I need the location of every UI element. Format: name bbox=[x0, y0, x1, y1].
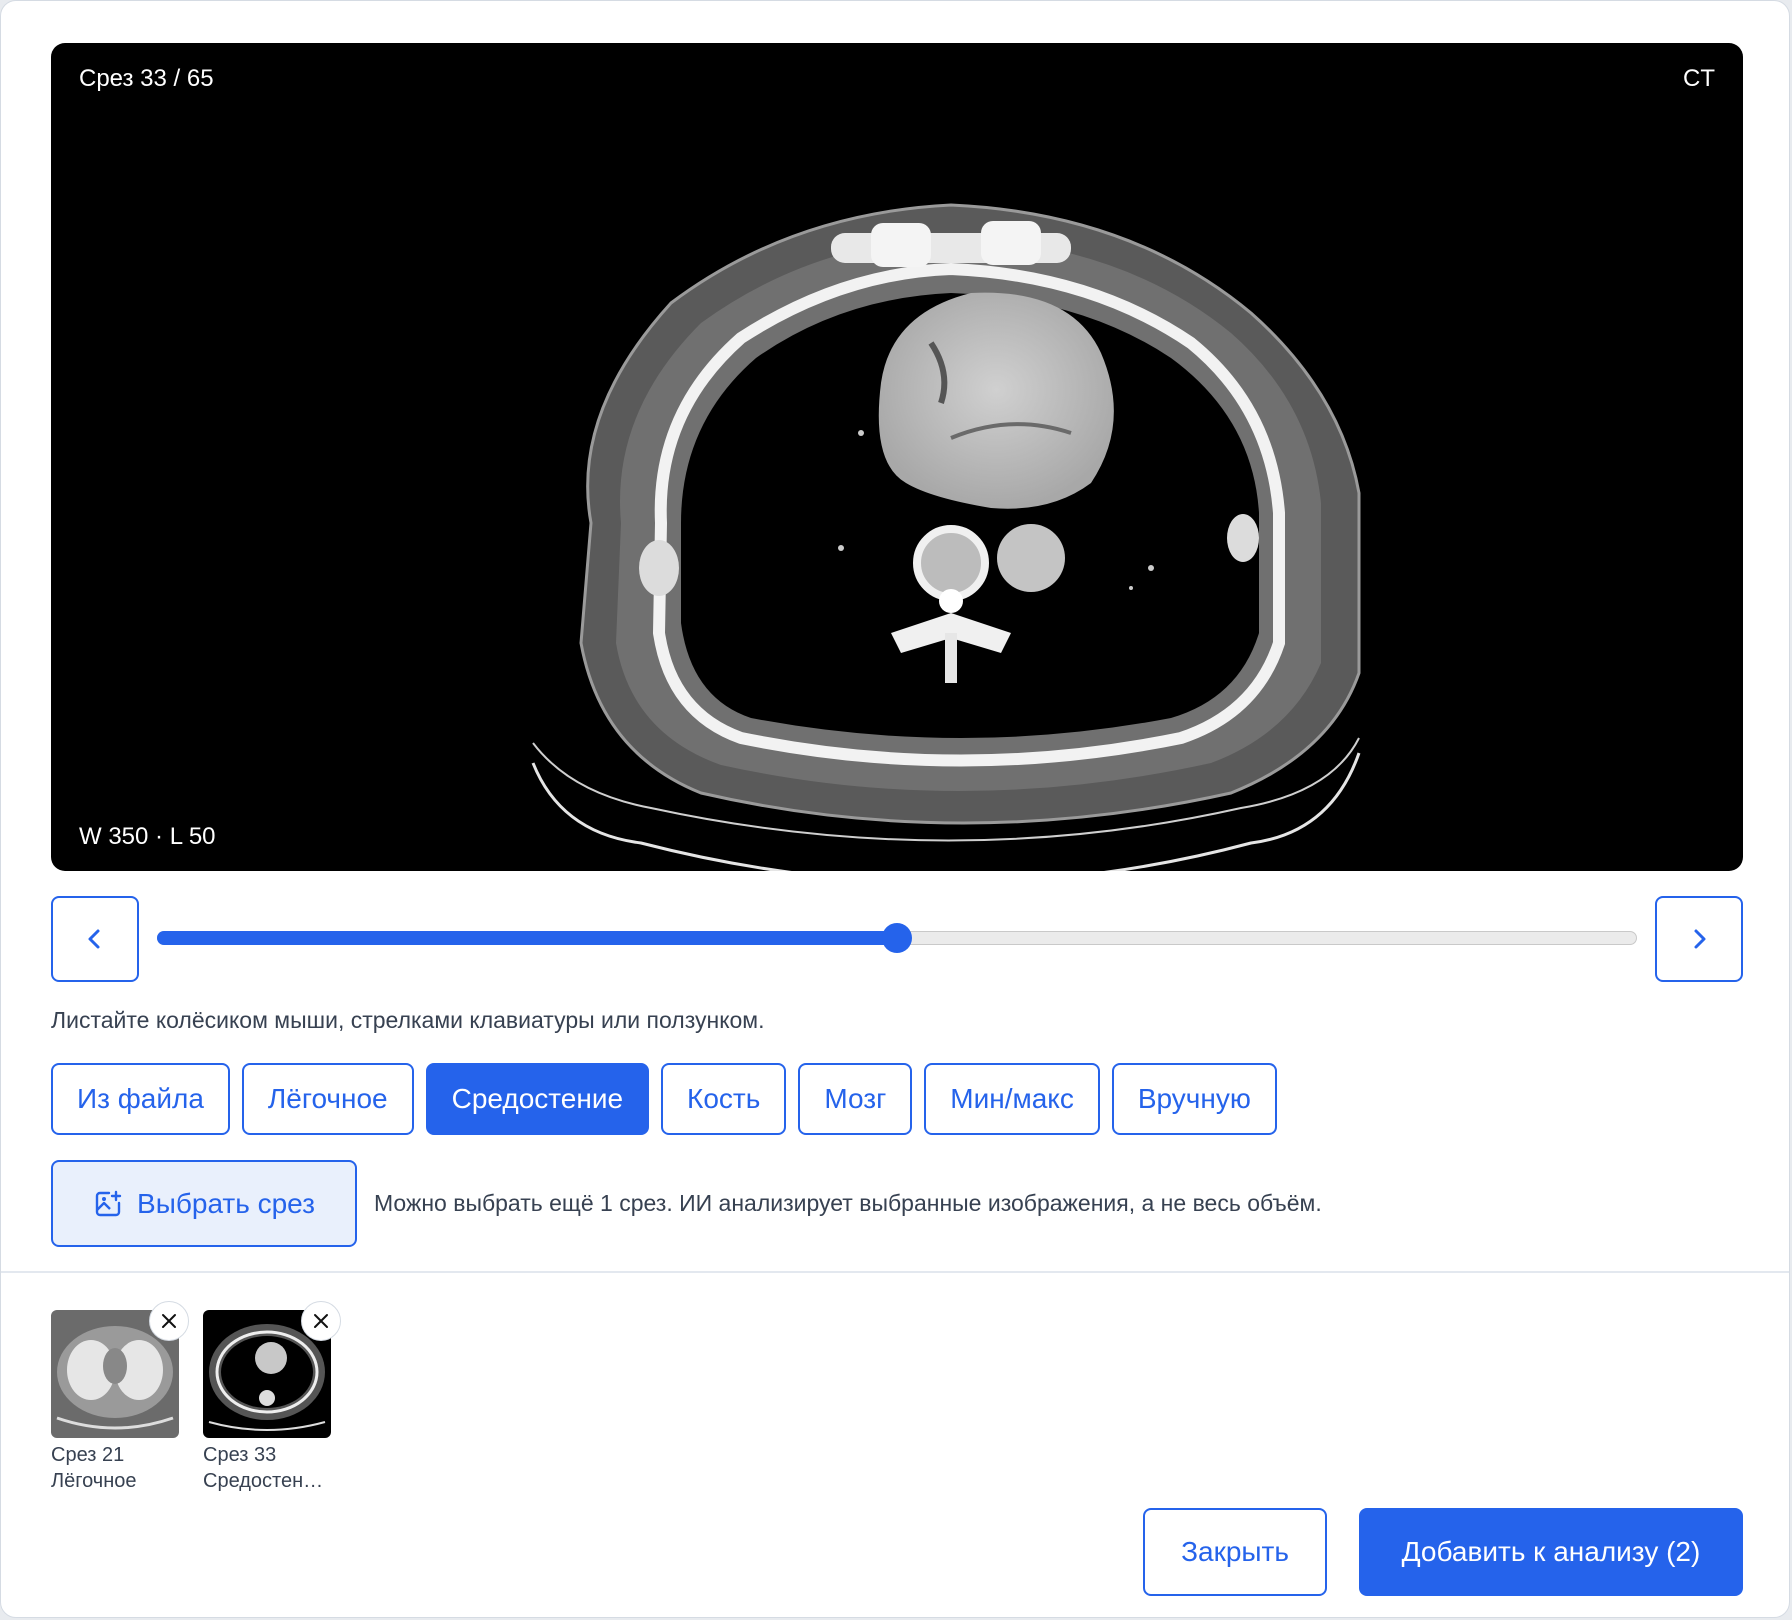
thumbnail-window: Средостен… bbox=[203, 1470, 324, 1492]
next-slice-button[interactable] bbox=[1655, 896, 1743, 982]
preset-from-file[interactable]: Из файла bbox=[51, 1063, 230, 1135]
preset-bone[interactable]: Кость bbox=[661, 1063, 787, 1135]
slice-indicator: Срез 33 / 65 bbox=[79, 65, 214, 92]
preset-manual[interactable]: Вручную bbox=[1111, 1063, 1277, 1135]
chevron-right-icon bbox=[1694, 929, 1706, 949]
close-button[interactable]: Закрыть bbox=[1143, 1508, 1327, 1596]
window-presets: Из файла Лёгочное Средостение Кость Мозг… bbox=[51, 1063, 1277, 1135]
close-icon bbox=[162, 1314, 176, 1328]
thumbnail-window: Лёгочное bbox=[51, 1470, 137, 1492]
close-icon bbox=[314, 1314, 328, 1328]
preset-mediastinum[interactable]: Средостение bbox=[425, 1063, 650, 1135]
add-to-analysis-button[interactable]: Добавить к анализу (2) bbox=[1359, 1508, 1743, 1596]
previous-slice-button[interactable] bbox=[51, 896, 139, 982]
slice-picker-dialog: Срез 33 / 65 CT W 350 · L 50 Листайте ко… bbox=[0, 0, 1790, 1618]
preset-min-max[interactable]: Мин/макс bbox=[924, 1063, 1100, 1135]
image-add-icon bbox=[95, 1190, 122, 1216]
slider-thumb[interactable] bbox=[882, 923, 912, 953]
modality-label: CT bbox=[1683, 65, 1715, 92]
navigation-hint: Листайте колёсиком мыши, стрелками клави… bbox=[51, 1007, 765, 1033]
ct-viewer[interactable]: Срез 33 / 65 CT W 350 · L 50 bbox=[51, 43, 1743, 871]
window-level-label: W 350 · L 50 bbox=[79, 823, 216, 850]
slice-slider[interactable] bbox=[157, 923, 1637, 953]
preset-brain[interactable]: Мозг bbox=[798, 1063, 913, 1135]
thumbnail-title: Срез 33 bbox=[203, 1444, 277, 1466]
thumbnail-title: Срез 21 bbox=[51, 1444, 125, 1466]
select-slice-label: Выбрать срез bbox=[137, 1187, 315, 1219]
chevron-left-icon bbox=[88, 929, 100, 949]
ct-slice-image bbox=[531, 203, 1361, 871]
remove-thumbnail-button[interactable] bbox=[149, 1301, 189, 1341]
preset-lung[interactable]: Лёгочное bbox=[241, 1063, 414, 1135]
remove-thumbnail-button[interactable] bbox=[301, 1301, 341, 1341]
slider-fill bbox=[157, 931, 897, 945]
selection-note: Можно выбрать ещё 1 срез. ИИ анализирует… bbox=[374, 1190, 1322, 1216]
select-slice-button[interactable]: Выбрать срез bbox=[51, 1160, 357, 1247]
section-divider bbox=[1, 1271, 1789, 1273]
